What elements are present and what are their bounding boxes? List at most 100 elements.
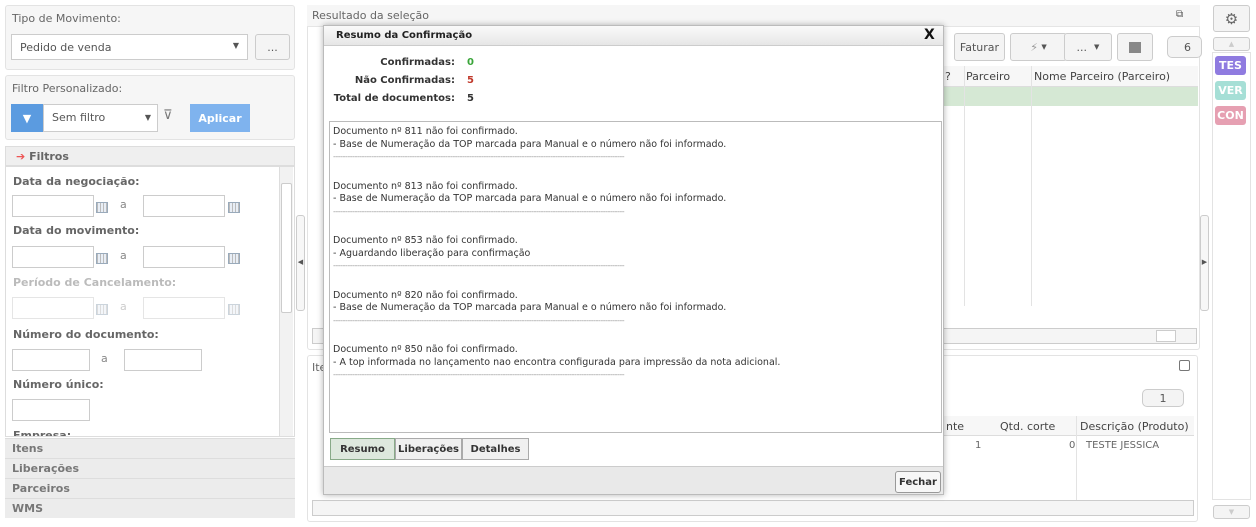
collapse-right-handle[interactable]: ▶ (1200, 215, 1209, 311)
accordion-parceiros[interactable]: Parceiros (5, 478, 295, 498)
numero-documento-de[interactable] (12, 349, 90, 371)
message-detail: - Base de Numeração da TOP marcada para … (333, 138, 727, 150)
separator: ----------------------------------------… (333, 261, 625, 270)
settings-button[interactable]: ⚙ (1213, 5, 1250, 32)
message-block: Documento nº 820 não foi confirmado. - Ba… (333, 290, 938, 345)
save-icon (1129, 41, 1141, 53)
scroll-down-button[interactable]: ▼ (1213, 505, 1250, 519)
filtros-scrollbar[interactable] (279, 167, 293, 436)
tab-resumo[interactable]: Resumo (330, 438, 395, 460)
data-negociacao-ate[interactable] (143, 195, 225, 217)
data-movimento-ate[interactable] (143, 246, 225, 268)
message-block: Documento nº 853 não foi confirmado. - Ag… (333, 235, 938, 290)
accordion-liberacoes[interactable]: Liberações (5, 458, 295, 478)
numero-documento-label: Número do documento: (13, 328, 159, 341)
chevron-down-icon: ▼ (144, 113, 151, 122)
cell-qtd: 1 (975, 440, 982, 451)
stat-value: 0 (467, 57, 474, 68)
message-title: Documento nº 811 não foi confirmado. (333, 126, 518, 137)
data-movimento-label: Data do movimento: (13, 224, 140, 237)
message-detail: - Base de Numeração da TOP marcada para … (333, 193, 727, 204)
filtros-header[interactable]: ➔ Filtros (5, 146, 295, 166)
filter-arrow-icon: ➔ (16, 150, 26, 163)
lightning-icon: ⚡ (1030, 40, 1038, 54)
stat-label: Total de documentos: (333, 93, 455, 104)
cell-qtd-corte: 0 (1069, 440, 1076, 451)
calendar-icon[interactable] (96, 253, 108, 264)
range-separator: a (120, 300, 127, 313)
calendar-icon[interactable] (228, 253, 240, 264)
separator: ----------------------------------------… (333, 206, 625, 216)
tab-liberacoes[interactable]: Liberações (395, 438, 462, 460)
more-dropdown-button[interactable]: ... ▼ (1064, 33, 1112, 61)
badge-tes[interactable]: TES (1215, 56, 1246, 75)
filter-button[interactable]: ▼ (11, 104, 43, 132)
resumo-confirmacao-dialog: Resumo da Confirmação X Confirmadas: 0 Não… (323, 25, 944, 495)
tipo-movimento-value: Pedido de venda (20, 41, 112, 54)
data-negociacao-label: Data da negociação: (13, 175, 140, 188)
column-header-nte[interactable]: nte (946, 420, 964, 433)
numero-documento-ate[interactable] (124, 349, 202, 371)
chevron-down-icon: ▼ (1094, 43, 1100, 51)
chevron-down-icon: ▼ (1041, 43, 1047, 51)
message-title: Documento nº 813 não foi confirmado. (333, 180, 518, 192)
data-negociacao-de[interactable] (12, 195, 94, 217)
selected-row[interactable] (944, 87, 1198, 106)
data-movimento-de[interactable] (12, 246, 94, 268)
message-title: Documento nº 853 não foi confirmado. (333, 235, 518, 246)
message-title: Documento nº 850 não foi confirmado. (333, 344, 518, 355)
accordion-itens[interactable]: Itens (5, 438, 295, 458)
calendar-icon (96, 304, 108, 315)
collapse-panel-handle[interactable]: ◀ (296, 215, 305, 311)
message-detail: - Aguardando liberação para confirmação (333, 247, 531, 259)
calendar-icon[interactable] (96, 202, 108, 213)
funnel-icon: ▼ (22, 111, 32, 125)
actions-dropdown-button[interactable]: ⚡ ▼ (1010, 33, 1067, 61)
stat-value: 5 (467, 75, 474, 86)
column-header-nome-parceiro[interactable]: Nome Parceiro (Parceiro) (1034, 70, 1170, 83)
tipo-movimento-select[interactable]: Pedido de venda ▼ (11, 34, 248, 60)
aplicar-button[interactable]: Aplicar (190, 104, 250, 132)
dialog-title: Resumo da Confirmação (336, 30, 473, 41)
itens-horizontal-scrollbar[interactable] (312, 500, 1194, 516)
clear-filter-icon[interactable]: ⊽ (163, 108, 173, 123)
resultado-title: Resultado da seleção (312, 9, 429, 22)
more-label: ... (1076, 40, 1088, 54)
badge-con[interactable]: CON (1215, 106, 1246, 125)
calendar-icon[interactable] (228, 202, 240, 213)
accordion-wms[interactable]: WMS (5, 498, 295, 518)
filtros-content: Data da negociação: a Data do movimento:… (5, 166, 295, 437)
maximize-icon[interactable] (1179, 360, 1190, 371)
filtro-value: Sem filtro (52, 111, 106, 124)
faturar-button[interactable]: Faturar (954, 33, 1005, 61)
calendar-icon (228, 304, 240, 315)
badge-ver[interactable]: VER (1215, 81, 1246, 100)
numero-unico-input[interactable] (12, 399, 90, 421)
separator: ----------------------------------------… (333, 315, 625, 325)
cell-descricao: TESTE JESSICA (1086, 440, 1160, 451)
fechar-button[interactable]: Fechar (895, 471, 941, 493)
separator: ----------------------------------------… (333, 370, 625, 379)
column-header-parceiro[interactable]: Parceiro (966, 70, 1010, 83)
filtro-select[interactable]: Sem filtro ▼ (43, 104, 158, 132)
separator: ----------------------------------------… (333, 152, 625, 161)
save-button[interactable] (1117, 33, 1153, 61)
range-separator: a (101, 352, 108, 365)
column-header-descricao[interactable]: Descrição (Produto) (1080, 420, 1189, 433)
column-header-q[interactable]: ? (945, 70, 951, 83)
scroll-up-button[interactable]: ▲ (1213, 37, 1250, 51)
stat-value: 5 (467, 93, 474, 104)
close-icon[interactable]: X (924, 27, 935, 43)
messages-textarea[interactable]: Documento nº 811 não foi confirmado. - Ba… (329, 121, 942, 433)
more-options-button[interactable]: ... (255, 34, 290, 60)
numero-unico-label: Número único: (13, 378, 104, 391)
tab-detalhes[interactable]: Detalhes (462, 438, 529, 460)
stat-label: Não Confirmadas: (354, 75, 455, 86)
message-detail: - Base de Numeração da TOP marcada para … (333, 302, 727, 313)
itens-page-count: 1 (1142, 389, 1184, 407)
window-restore-icon[interactable]: ⧉ (1176, 9, 1183, 20)
tipo-movimento-label: Tipo de Movimento: (12, 12, 121, 25)
message-block: Documento nº 811 não foi confirmado. - Ba… (333, 126, 938, 181)
periodo-cancelamento-ate (143, 297, 225, 319)
column-header-qtd-corte[interactable]: Qtd. corte (1000, 420, 1055, 433)
